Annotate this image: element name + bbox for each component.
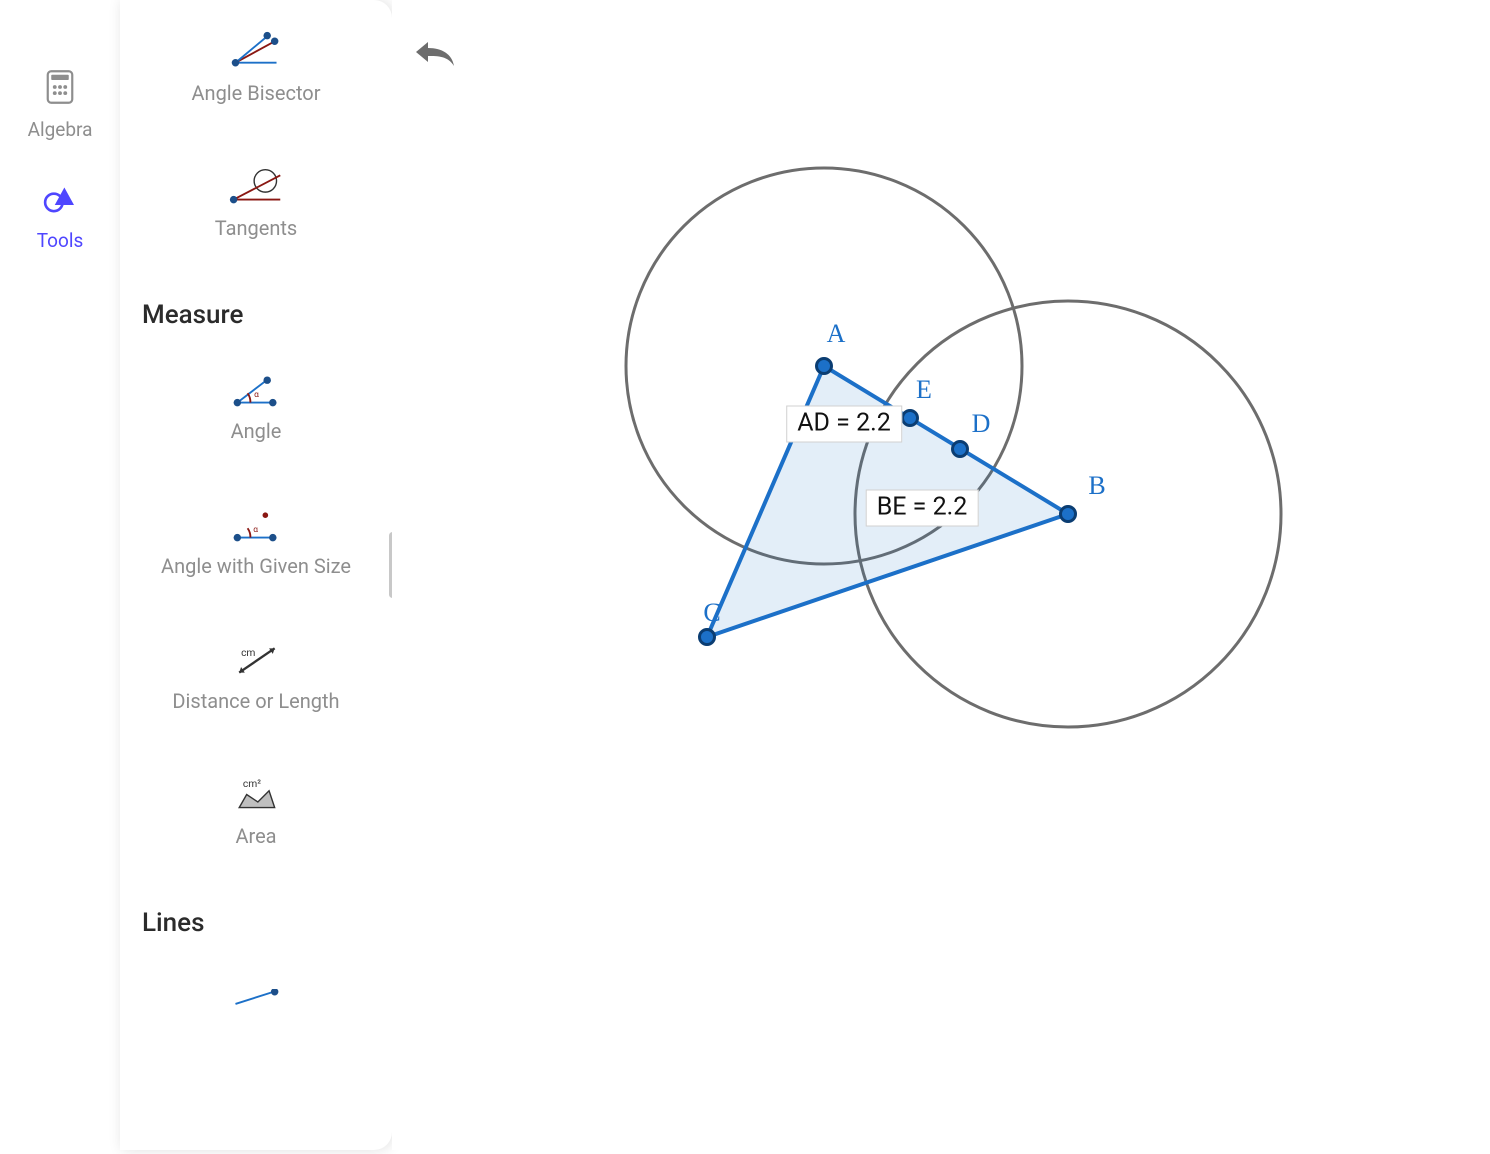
point-E[interactable] (901, 409, 919, 427)
point-D[interactable] (951, 440, 969, 458)
section-lines: Lines (142, 908, 374, 938)
label-E: E (916, 375, 932, 405)
tool-tangents[interactable]: Tangents (138, 165, 374, 242)
area-icon: cm² (228, 773, 284, 817)
measure-BE[interactable]: BE = 2.2 (866, 490, 979, 527)
point-A[interactable] (815, 357, 833, 375)
canvas[interactable]: A B C D E AD = 2.2 BE = 2.2 (392, 0, 1490, 1150)
angle-given-icon: α (228, 503, 284, 547)
tool-label: Distance or Length (172, 688, 339, 715)
point-B[interactable] (1059, 505, 1077, 523)
svg-text:α: α (253, 525, 258, 535)
tool-angle-bisector[interactable]: Angle Bisector (138, 30, 374, 107)
view-rail: Algebra Tools (0, 0, 120, 1150)
measure-AD[interactable]: AD = 2.2 (786, 406, 902, 443)
label-D: D (972, 409, 991, 439)
calculator-icon (39, 66, 81, 108)
tangents-icon (228, 165, 284, 209)
angle-bisector-icon (228, 30, 284, 74)
tool-area[interactable]: cm² Area (138, 773, 374, 850)
angle-icon: α (228, 368, 284, 412)
tool-panel: Angle Bisector Tangents Measure α Angle … (120, 0, 392, 1150)
view-tools-label: Tools (37, 229, 84, 252)
tool-distance[interactable]: cm Distance or Length (138, 638, 374, 715)
tool-label: Angle with Given Size (161, 553, 351, 580)
label-C: C (703, 598, 720, 628)
svg-text:α: α (254, 390, 259, 400)
svg-text:cm: cm (241, 646, 255, 659)
tool-label: Angle (231, 418, 282, 445)
tool-label: Tangents (215, 215, 298, 242)
label-B: B (1088, 471, 1105, 501)
section-measure: Measure (142, 300, 374, 330)
svg-text:cm²: cm² (243, 778, 261, 791)
view-tools[interactable]: Tools (0, 167, 120, 278)
shapes-icon (39, 177, 81, 219)
tool-angle[interactable]: α Angle (138, 368, 374, 445)
geometry-svg (392, 0, 1490, 1150)
tool-label: Angle Bisector (191, 80, 320, 107)
point-C[interactable] (698, 628, 716, 646)
geometry-stage[interactable]: A B C D E AD = 2.2 BE = 2.2 (392, 0, 1490, 1150)
distance-icon: cm (228, 638, 284, 682)
tool-line-partial[interactable] (138, 976, 374, 1020)
tool-label: Area (235, 823, 276, 850)
line-icon (228, 976, 284, 1020)
tool-angle-given-size[interactable]: α Angle with Given Size (138, 503, 374, 580)
label-A: A (827, 319, 846, 349)
view-algebra-label: Algebra (28, 118, 93, 141)
view-algebra[interactable]: Algebra (0, 56, 120, 167)
